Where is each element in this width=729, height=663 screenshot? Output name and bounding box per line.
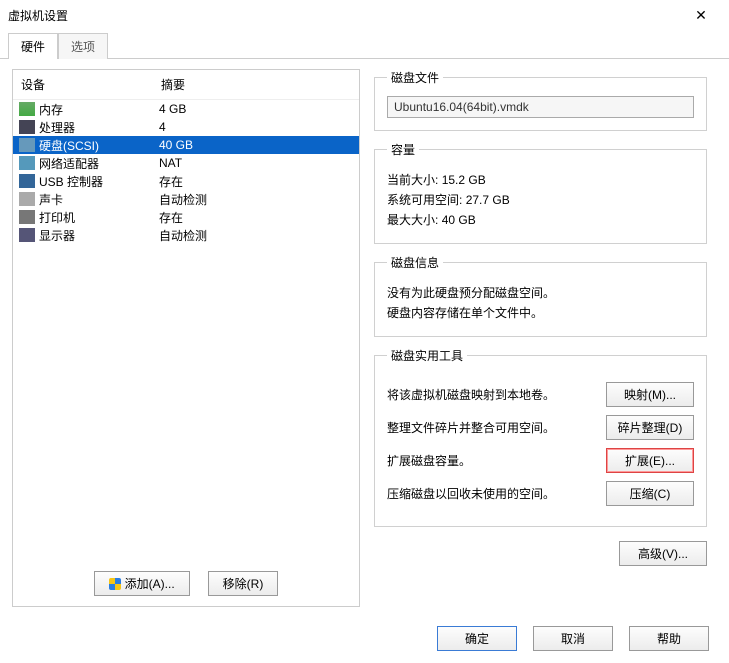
device-name: 打印机 [39,209,159,226]
remove-button[interactable]: 移除(R) [208,571,279,596]
defrag-button[interactable]: 碎片整理(D) [606,415,694,440]
device-icon [19,120,35,134]
close-icon[interactable]: ✕ [681,7,721,24]
current-size-value: 15.2 GB [442,173,486,187]
device-row-4[interactable]: USB 控制器存在 [13,172,359,190]
device-row-2[interactable]: 硬盘(SCSI)40 GB [13,136,359,154]
expand-button[interactable]: 扩展(E)... [606,448,694,473]
capacity-group: 容量 当前大小: 15.2 GB 系统可用空间: 27.7 GB 最大大小: 4… [374,141,707,244]
disk-info-line2: 硬盘内容存储在单个文件中。 [387,304,694,321]
device-list-pane: 设备 摘要 内存4 GB处理器4硬盘(SCSI)40 GB网络适配器NATUSB… [12,69,360,607]
disk-info-legend: 磁盘信息 [387,254,443,271]
device-name: 硬盘(SCSI) [39,137,159,154]
col-device-header: 设备 [13,70,153,99]
device-summary: 存在 [159,209,353,226]
device-summary: 4 [159,120,353,134]
device-summary: 自动检测 [159,191,353,208]
device-row-7[interactable]: 显示器自动检测 [13,226,359,244]
device-icon [19,138,35,152]
device-icon [19,192,35,206]
device-name: 网络适配器 [39,155,159,172]
max-size-value: 40 GB [442,213,476,227]
shield-icon [109,578,121,590]
device-summary: 存在 [159,173,353,190]
advanced-button[interactable]: 高级(V)... [619,541,707,566]
disk-file-group: 磁盘文件 Ubuntu16.04(64bit).vmdk [374,69,707,131]
tab-bar: 硬件 选项 [0,32,729,59]
max-size-label: 最大大小: [387,213,438,227]
device-name: USB 控制器 [39,173,159,190]
device-row-5[interactable]: 声卡自动检测 [13,190,359,208]
current-size-label: 当前大小: [387,173,438,187]
disk-info-line1: 没有为此硬盘预分配磁盘空间。 [387,284,694,301]
device-icon [19,174,35,188]
compress-button[interactable]: 压缩(C) [606,481,694,506]
device-icon [19,102,35,116]
device-name: 处理器 [39,119,159,136]
add-button[interactable]: 添加(A)... [94,571,190,596]
compress-label: 压缩磁盘以回收未使用的空间。 [387,485,606,502]
tab-hardware[interactable]: 硬件 [8,33,58,59]
help-button[interactable]: 帮助 [629,626,709,651]
defrag-label: 整理文件碎片并整合可用空间。 [387,419,606,436]
device-icon [19,210,35,224]
device-row-6[interactable]: 打印机存在 [13,208,359,226]
expand-label: 扩展磁盘容量。 [387,452,606,469]
device-row-1[interactable]: 处理器4 [13,118,359,136]
device-name: 显示器 [39,227,159,244]
device-icon [19,156,35,170]
col-summary-header: 摘要 [153,70,359,99]
window-title: 虚拟机设置 [8,7,68,24]
disk-tools-legend: 磁盘实用工具 [387,347,467,364]
device-summary: NAT [159,156,353,170]
device-summary: 4 GB [159,102,353,116]
disk-info-group: 磁盘信息 没有为此硬盘预分配磁盘空间。 硬盘内容存储在单个文件中。 [374,254,707,337]
device-summary: 自动检测 [159,227,353,244]
disk-file-legend: 磁盘文件 [387,69,443,86]
ok-button[interactable]: 确定 [437,626,517,651]
device-icon [19,228,35,242]
device-name: 声卡 [39,191,159,208]
free-space-label: 系统可用空间: [387,193,462,207]
map-label: 将该虚拟机磁盘映射到本地卷。 [387,386,606,403]
disk-tools-group: 磁盘实用工具 将该虚拟机磁盘映射到本地卷。映射(M)... 整理文件碎片并整合可… [374,347,707,527]
disk-file-field[interactable]: Ubuntu16.04(64bit).vmdk [387,96,694,118]
free-space-value: 27.7 GB [466,193,510,207]
device-row-3[interactable]: 网络适配器NAT [13,154,359,172]
device-list[interactable]: 内存4 GB处理器4硬盘(SCSI)40 GB网络适配器NATUSB 控制器存在… [13,100,359,332]
device-row-0[interactable]: 内存4 GB [13,100,359,118]
device-summary: 40 GB [159,138,353,152]
device-name: 内存 [39,101,159,118]
map-button[interactable]: 映射(M)... [606,382,694,407]
tab-options[interactable]: 选项 [58,33,108,59]
capacity-legend: 容量 [387,141,419,158]
cancel-button[interactable]: 取消 [533,626,613,651]
